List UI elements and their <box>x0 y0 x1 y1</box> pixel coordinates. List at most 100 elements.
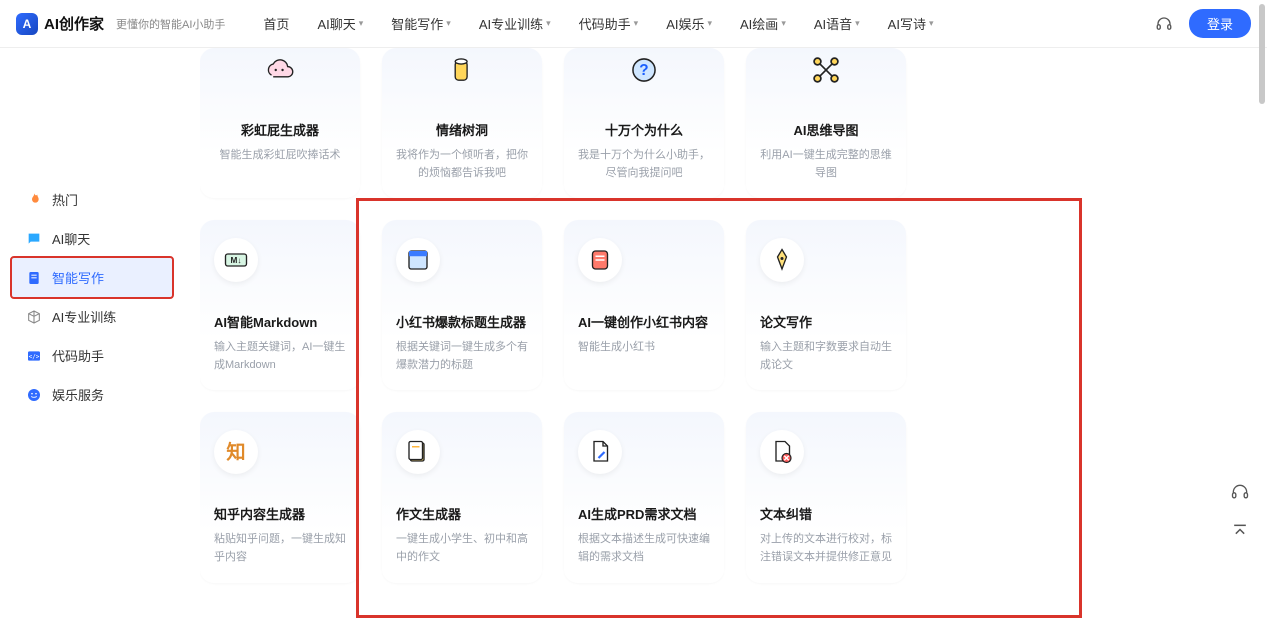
chat-icon <box>26 231 42 247</box>
card-desc: 我将作为一个倾听者，把你的烦恼都告诉我吧 <box>396 147 528 182</box>
sidebar-item-label: 热门 <box>52 190 78 209</box>
md-icon: M↓ <box>214 238 258 282</box>
window-icon <box>396 238 440 282</box>
card-desc: 根据文本描述生成可快速编辑的需求文档 <box>578 531 710 566</box>
prd-icon <box>578 430 622 474</box>
login-button[interactable]: 登录 <box>1189 9 1251 38</box>
card-desc: 对上传的文本进行校对，标注错误文本并提供修正意见 <box>760 531 892 566</box>
svg-text:M↓: M↓ <box>231 256 242 265</box>
card-2-2[interactable]: AI生成PRD需求文档根据文本描述生成可快速编辑的需求文档 <box>564 412 724 582</box>
card-title: 彩虹屁生成器 <box>214 120 346 139</box>
doc-icon <box>26 270 42 286</box>
card-desc: 粘贴知乎问题，一键生成知乎内容 <box>214 531 346 566</box>
tagline: 更懂你的智能AI小助手 <box>116 16 225 32</box>
card-desc: 一键生成小学生、初中和高中的作文 <box>396 531 528 566</box>
sidebar: 热门 AI聊天智能写作 AI专业训练 </> 代码助手娱乐服务 <box>0 48 200 625</box>
card-desc: 输入主题和字数要求自动生成论文 <box>760 339 892 374</box>
card-1-2[interactable]: AI一键创作小红书内容智能生成小红书 <box>564 220 724 390</box>
card-title: AI思维导图 <box>760 120 892 139</box>
essay-icon <box>396 430 440 474</box>
question-icon: ? <box>622 48 666 92</box>
chevron-down-icon: ▾ <box>446 18 451 29</box>
card-2-1[interactable]: 作文生成器一键生成小学生、初中和高中的作文 <box>382 412 542 582</box>
fire-icon <box>26 192 42 208</box>
card-desc: 利用AI一键生成完整的思维导图 <box>760 147 892 182</box>
card-title: 作文生成器 <box>396 504 528 523</box>
sidebar-item-0[interactable]: 热门 <box>12 180 172 219</box>
chevron-down-icon: ▾ <box>634 18 639 29</box>
pen-icon <box>760 238 804 282</box>
card-title: 小红书爆款标题生成器 <box>396 312 528 331</box>
card-0-1[interactable]: 情绪树洞我将作为一个倾听者，把你的烦恼都告诉我吧 <box>382 48 542 198</box>
main-nav: 首页 AI聊天▾ 智能写作▾ AI专业训练▾ 代码助手▾ AI娱乐▾ AI绘画▾ AI语音▾ A… <box>263 14 1147 33</box>
fix-icon <box>760 430 804 474</box>
card-title: AI智能Markdown <box>214 312 346 331</box>
code-icon: </> <box>26 348 42 364</box>
chevron-down-icon: ▾ <box>929 18 934 29</box>
smile-icon <box>26 387 42 403</box>
sidebar-item-5[interactable]: 娱乐服务 <box>12 375 172 414</box>
nav-item-0[interactable]: 首页 <box>263 14 289 33</box>
mind-icon <box>804 48 848 92</box>
card-1-1[interactable]: 小红书爆款标题生成器根据关键词一键生成多个有爆款潜力的标题 <box>382 220 542 390</box>
top-right: 登录 <box>1155 9 1251 38</box>
nav-item-8[interactable]: AI写诗▾ <box>888 14 934 33</box>
card-2-0[interactable]: 知知乎内容生成器粘贴知乎问题，一键生成知乎内容 <box>200 412 360 582</box>
sidebar-item-label: 代码助手 <box>52 346 104 365</box>
svg-text:?: ? <box>639 62 648 79</box>
nav-item-7[interactable]: AI语音▾ <box>814 14 860 33</box>
card-title: 十万个为什么 <box>578 120 710 139</box>
nav-item-2[interactable]: 智能写作▾ <box>391 14 451 33</box>
sidebar-item-2[interactable]: 智能写作 <box>10 256 174 299</box>
nav-item-6[interactable]: AI绘画▾ <box>740 14 786 33</box>
chevron-down-icon: ▾ <box>781 18 786 29</box>
card-title: 文本纠错 <box>760 504 892 523</box>
card-desc: 智能生成小红书 <box>578 339 710 357</box>
chevron-down-icon: ▾ <box>359 18 364 29</box>
card-title: AI一键创作小红书内容 <box>578 312 710 331</box>
sidebar-item-4[interactable]: </> 代码助手 <box>12 336 172 375</box>
content-area: 彩虹屁生成器智能生成彩虹屁吹捧话术情绪树洞我将作为一个倾听者，把你的烦恼都告诉我… <box>200 48 1267 625</box>
svg-text:</>: </> <box>29 353 40 360</box>
nav-item-3[interactable]: AI专业训练▾ <box>479 14 551 33</box>
logo-text: AI创作家 <box>44 13 104 34</box>
logo-icon: A <box>16 13 38 35</box>
chevron-down-icon: ▾ <box>707 18 712 29</box>
card-desc: 我是十万个为什么小助手，尽管向我提问吧 <box>578 147 710 182</box>
sidebar-item-label: AI聊天 <box>52 229 90 248</box>
sidebar-item-label: 智能写作 <box>52 268 104 287</box>
nav-item-4[interactable]: 代码助手▾ <box>579 14 639 33</box>
nav-item-5[interactable]: AI娱乐▾ <box>666 14 712 33</box>
back-to-top-icon[interactable] <box>1227 519 1253 545</box>
card-0-3[interactable]: AI思维导图利用AI一键生成完整的思维导图 <box>746 48 906 198</box>
card-title: AI生成PRD需求文档 <box>578 504 710 523</box>
top-bar: A AI创作家 更懂你的智能AI小助手 首页 AI聊天▾ 智能写作▾ AI专业训练▾ 代… <box>0 0 1267 48</box>
card-desc: 根据关键词一键生成多个有爆款潜力的标题 <box>396 339 528 374</box>
chevron-down-icon: ▾ <box>855 18 860 29</box>
cloud-icon <box>258 48 302 92</box>
card-2-3[interactable]: 文本纠错对上传的文本进行校对，标注错误文本并提供修正意见 <box>746 412 906 582</box>
svg-text:知: 知 <box>226 441 245 464</box>
sidebar-item-label: 娱乐服务 <box>52 385 104 404</box>
card-title: 情绪树洞 <box>396 120 528 139</box>
cube-icon <box>26 309 42 325</box>
logo[interactable]: A AI创作家 <box>16 13 104 35</box>
zhi-icon: 知 <box>214 430 258 474</box>
card-desc: 智能生成彩虹屁吹捧话术 <box>214 147 346 165</box>
card-0-0[interactable]: 彩虹屁生成器智能生成彩虹屁吹捧话术 <box>200 48 360 198</box>
card-0-2[interactable]: ? 十万个为什么我是十万个为什么小助手，尽管向我提问吧 <box>564 48 724 198</box>
card-title: 论文写作 <box>760 312 892 331</box>
sidebar-item-3[interactable]: AI专业训练 <box>12 297 172 336</box>
cup-icon <box>440 48 484 92</box>
float-support-icon[interactable] <box>1227 479 1253 505</box>
nav-item-1[interactable]: AI聊天▾ <box>317 14 363 33</box>
note-icon <box>578 238 622 282</box>
scrollbar[interactable] <box>1259 4 1265 104</box>
card-title: 知乎内容生成器 <box>214 504 346 523</box>
sidebar-item-1[interactable]: AI聊天 <box>12 219 172 258</box>
card-1-0[interactable]: M↓ AI智能Markdown 输入主题关键词，AI一键生成Markdown <box>200 220 360 390</box>
card-1-3[interactable]: 论文写作输入主题和字数要求自动生成论文 <box>746 220 906 390</box>
card-desc: 输入主题关键词，AI一键生成Markdown <box>214 339 346 374</box>
chevron-down-icon: ▾ <box>546 18 551 29</box>
support-icon[interactable] <box>1155 15 1173 33</box>
